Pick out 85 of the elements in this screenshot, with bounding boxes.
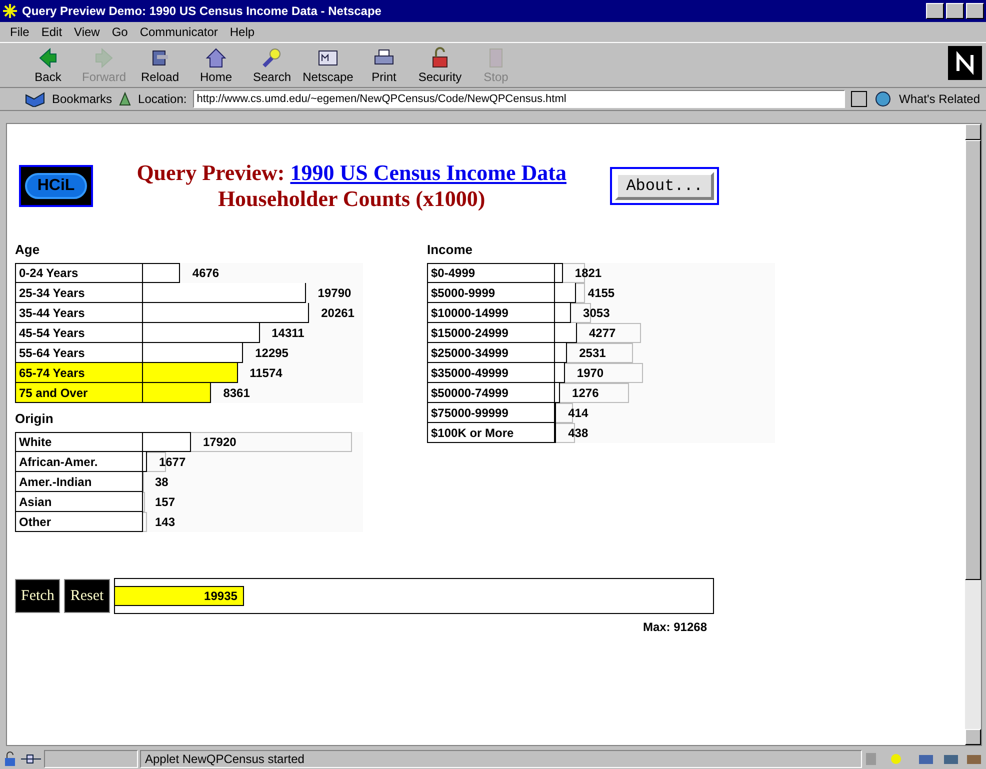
count-value: 20261 (321, 306, 354, 320)
dropdown-button[interactable] (851, 91, 867, 107)
max-label: Max: 91268 (642, 620, 707, 634)
category-button[interactable]: 55-64 Years (15, 343, 143, 363)
location-icon (118, 91, 132, 107)
category-button[interactable]: 0-24 Years (15, 263, 143, 283)
count-value: 4277 (589, 326, 616, 340)
menu-item[interactable]: Edit (41, 25, 62, 39)
count-value: 1821 (574, 266, 602, 280)
app-icon (2, 3, 18, 19)
menu-item[interactable]: View (74, 25, 100, 39)
hcil-logo: HCiL (19, 165, 93, 207)
maximize-button[interactable] (946, 3, 964, 19)
count-value: 19790 (318, 286, 352, 300)
fetch-button[interactable]: Fetch (15, 579, 60, 613)
count-value: 143 (155, 515, 176, 529)
count-value: 157 (155, 495, 176, 509)
category-button[interactable]: Amer.-Indian (15, 472, 143, 492)
category-button[interactable]: $0-4999 (427, 263, 555, 283)
count-value: 8361 (223, 386, 250, 400)
count-value: 1677 (158, 455, 186, 469)
book-icon (24, 91, 46, 107)
category-button[interactable]: $50000-74999 (427, 383, 555, 403)
title-link[interactable]: 1990 US Census Income Data (290, 160, 566, 185)
category-button[interactable]: 35-44 Years (15, 303, 143, 323)
toolbar-button[interactable]: Security (412, 46, 468, 84)
globe-icon (873, 90, 893, 108)
whats-related-button[interactable]: What's Related (899, 92, 980, 106)
menu-item[interactable]: Communicator (140, 25, 218, 39)
reset-button[interactable]: Reset (64, 579, 110, 613)
menu-item[interactable]: File (10, 25, 30, 39)
status-text: Applet NewQPCensus started (140, 750, 862, 768)
count-value: 414 (568, 406, 588, 420)
page-title: Query Preview: 1990 US Census Income Data (136, 160, 568, 186)
category-button[interactable]: Other (15, 512, 143, 532)
count-value: 1276 (572, 386, 599, 400)
category-button[interactable]: 65-74 Years (15, 363, 143, 383)
location-label: Location: (138, 92, 187, 106)
category-button[interactable]: 25-34 Years (15, 283, 143, 303)
count-value: 3053 (583, 306, 610, 320)
count-value: 438 (568, 426, 588, 440)
count-value: 4676 (192, 266, 220, 280)
result-fill: 19935 (114, 586, 244, 606)
count-value: 11574 (250, 366, 282, 380)
category-button[interactable]: White (15, 432, 143, 452)
bookmarks-button[interactable]: Bookmarks (52, 92, 112, 106)
close-button[interactable] (966, 3, 984, 19)
toolbar-button[interactable]: Search (244, 46, 300, 84)
group-title: Origin (15, 411, 54, 426)
count-value: 38 (155, 475, 168, 489)
menu-item[interactable]: Go (112, 25, 128, 39)
count-value: 17920 (202, 435, 236, 449)
count-value: 1970 (576, 366, 604, 380)
menu-item[interactable]: Help (230, 25, 255, 39)
about-button[interactable]: About... (615, 172, 714, 200)
category-button[interactable]: $10000-14999 (427, 303, 555, 323)
group-title: Age (15, 242, 41, 257)
count-value: 14311 (272, 326, 304, 340)
group-title: Income (427, 242, 474, 257)
category-button[interactable]: Asian (15, 492, 143, 512)
category-button[interactable]: $15000-24999 (427, 323, 555, 343)
home-icon (204, 46, 228, 70)
toolbar-button[interactable]: Back (20, 46, 76, 84)
count-value: 12295 (255, 346, 288, 360)
scrollbar[interactable] (965, 124, 981, 745)
lock-icon (2, 751, 18, 767)
url-field[interactable]: http://www.cs.umd.edu/~egemen/NewQPCensus/Code/NewQPCensus.html (192, 90, 845, 108)
category-button[interactable]: $5000-9999 (427, 283, 555, 303)
category-button[interactable]: 45-54 Years (15, 323, 143, 343)
category-button[interactable]: African-Amer. (15, 452, 143, 472)
category-button[interactable]: $25000-34999 (427, 343, 555, 363)
category-button[interactable]: 75 and Over (15, 383, 143, 403)
logo-icon (948, 46, 982, 80)
category-button[interactable]: $100K or More (427, 423, 555, 443)
category-button[interactable]: $75000-99999 (427, 403, 555, 423)
toolbar-button[interactable]: Netscape (300, 46, 356, 84)
count-value: 2531 (579, 346, 606, 360)
count-value: 4155 (588, 286, 615, 300)
window-title: Query Preview Demo: 1990 US Census Income Data - Netscape (22, 4, 382, 18)
toolbar-button[interactable]: Reload (132, 46, 188, 84)
page-subtitle: Householder Counts (x1000) (216, 186, 486, 212)
toolbar-button[interactable]: Home (188, 46, 244, 84)
toolbar-button[interactable]: Print (356, 46, 412, 84)
minimize-button[interactable] (926, 3, 944, 19)
category-button[interactable]: $35000-49999 (427, 363, 555, 383)
